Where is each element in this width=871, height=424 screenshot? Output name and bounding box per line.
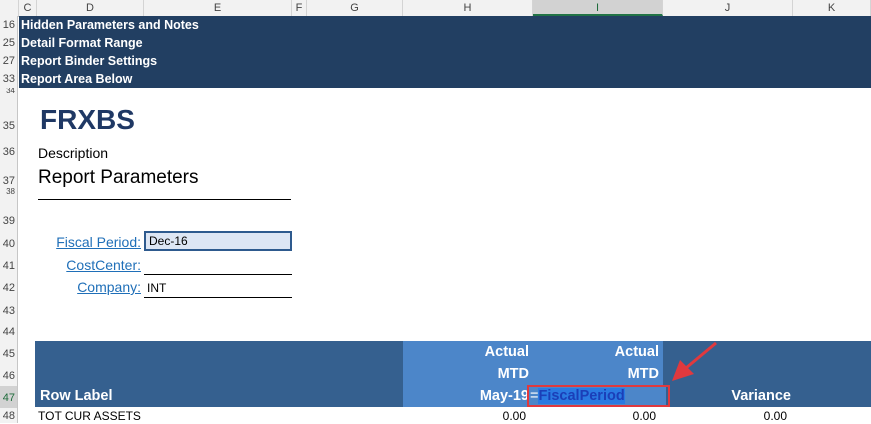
annotation-arrow-icon [672,341,717,381]
data-row-label[interactable]: TOT CUR ASSETS [38,409,141,423]
data-cell-h[interactable]: 0.00 [403,409,526,423]
data-cell-j[interactable]: 0.00 [663,409,787,423]
data-cell-i[interactable]: 0.00 [533,409,656,423]
